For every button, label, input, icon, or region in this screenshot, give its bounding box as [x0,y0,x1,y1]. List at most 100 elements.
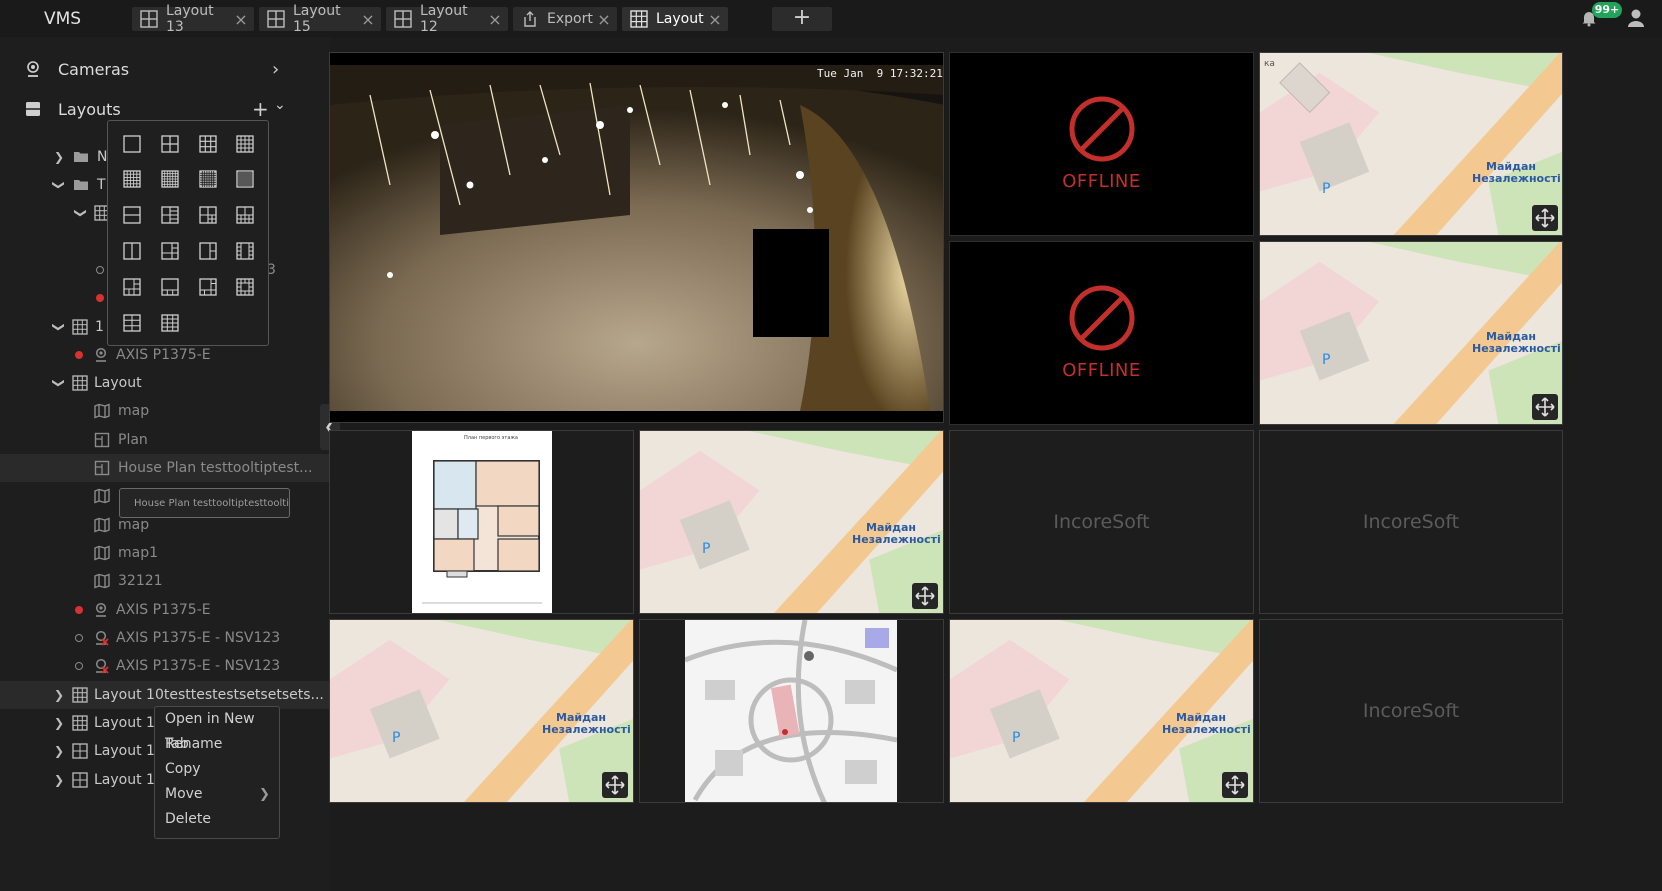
export-icon [524,11,536,27]
tab-label: Layout 13 [166,3,214,35]
tree-camera-axis-2[interactable]: AXIS P1375-E [0,596,330,624]
plan-tile[interactable]: План первого этажа [329,430,634,614]
offline-label: OFFLINE [1062,171,1141,192]
add-layout-icon[interactable]: + [252,97,269,121]
move-button[interactable] [1532,205,1558,231]
grid-2-cols-icon[interactable] [122,241,142,261]
tree-label: AXIS P1375-E [116,347,211,363]
status-offline-icon [96,266,104,274]
app-title: VMS [44,9,82,29]
empty-tile[interactable]: IncoreSoft [1259,619,1563,803]
map-tile[interactable]: Майдан Незалежності Р [639,430,944,614]
tree-layout-10[interactable]: ❯ Layout 10testtestestsetsetsets... [0,681,330,709]
grid-1x1-icon[interactable] [122,134,142,154]
map-tile[interactable]: Майдан Незалежності Р [329,619,634,803]
user-icon[interactable] [1626,8,1646,28]
tree-label: N [97,149,108,165]
map-bw-image [685,620,897,802]
tree-32121[interactable]: 32121 [0,567,330,595]
close-icon[interactable]: × [488,10,502,29]
map-icon [94,517,110,533]
grid-3x4-icon[interactable] [160,313,180,333]
watermark: IncoreSoft [1362,700,1460,722]
offline-tile[interactable]: OFFLINE [949,241,1254,425]
grid-2x3-icon[interactable] [122,313,142,333]
grid-4x4-icon[interactable] [235,134,255,154]
grid-2x2-icon[interactable] [160,134,180,154]
tree-label: 1 [95,319,104,335]
chevron-right-icon[interactable]: ❯ [54,688,64,702]
close-icon[interactable]: × [708,10,722,29]
cameras-header[interactable]: Cameras › [0,49,330,89]
tree-map[interactable]: map [0,397,330,425]
camera-tile[interactable]: Tue Jan 9 17:32:21 2024 [329,52,944,423]
grid-8x8-icon[interactable] [235,169,255,189]
move-button[interactable] [602,772,628,798]
map-tile[interactable]: Майдан Незалежності ка Р [1259,52,1563,236]
grid-big-left-2-icon[interactable] [198,241,218,261]
grid-1-plus-5-icon[interactable] [122,277,142,297]
tree-plan[interactable]: Plan [0,426,330,454]
grid-big-left-icon[interactable] [160,241,180,261]
grid-5x5-icon[interactable] [122,169,142,189]
chevron-right-icon[interactable]: ❯ [54,773,64,787]
chevron-down-icon[interactable]: ❯ [52,322,66,332]
grid-mixed-icon[interactable] [198,205,218,225]
menu-delete[interactable]: Delete [155,807,279,832]
move-button[interactable] [1532,394,1558,420]
tab-export[interactable]: Export × [513,7,617,31]
tab-layout-15[interactable]: Layout 15 × [259,3,381,35]
grid-6x6-icon[interactable] [160,169,180,189]
grid-3x3-icon[interactable] [198,134,218,154]
map-tile[interactable]: Майдан Незалежності Р [1259,241,1563,425]
grid-7x7-icon[interactable] [198,169,218,189]
map-label: Р [1012,730,1021,746]
grid-center-big-icon[interactable] [235,241,255,261]
map-tile-bw[interactable] [639,619,944,803]
map-label: Р [702,541,711,557]
close-icon[interactable]: × [361,10,375,29]
empty-tile[interactable]: IncoreSoft [949,430,1254,614]
chevron-down-icon[interactable]: ⌄ [274,97,286,113]
chevron-down-icon[interactable]: ❯ [52,180,66,190]
chevron-down-icon[interactable]: ❯ [52,378,66,388]
tree-camera-nsv-2[interactable]: AXIS P1375-E - NSV123 [0,652,330,680]
plan-icon [94,432,110,448]
tooltip-text: House Plan testtooltiptesttooltip [134,497,290,509]
menu-open-in-new-tab[interactable]: Open in New Tab [155,707,279,752]
chevron-right-icon[interactable]: ❯ [54,716,64,730]
chevron-right-icon[interactable]: ❯ [54,150,64,164]
grid-mixed-2-icon[interactable] [235,205,255,225]
close-icon[interactable]: × [597,10,611,29]
tab-label: Export [547,11,593,27]
tab-layout-13[interactable]: Layout 13 × [132,3,254,35]
chevron-right-icon[interactable]: › [272,59,279,80]
grid-2-rows-icon[interactable] [122,205,142,225]
chevron-down-icon[interactable]: ❯ [74,208,88,218]
menu-copy[interactable]: Copy [155,757,279,782]
move-button[interactable] [1222,772,1248,798]
close-icon[interactable]: × [234,10,248,29]
grid-1-plus-7-icon[interactable] [198,277,218,297]
camera-icon [95,347,107,362]
chevron-right-icon[interactable]: ❯ [54,744,64,758]
map-tile[interactable]: Майдан Незалежності Р [949,619,1254,803]
move-button[interactable] [912,583,938,609]
menu-rename[interactable]: Rename [155,732,279,757]
move-icon [1535,208,1555,228]
map-label: Незалежності [1472,172,1561,185]
tooltip: House Plan testtooltiptesttooltip [119,488,290,518]
tree-house-plan[interactable]: House Plan testtooltiptest... [0,454,330,482]
grid-3-col-icon[interactable] [160,205,180,225]
add-tab-button[interactable]: + [772,7,832,31]
grid-1-plus-3-icon[interactable] [160,277,180,297]
menu-move[interactable]: Move ❯ [155,782,279,807]
empty-tile[interactable]: IncoreSoft [1259,430,1563,614]
tree-map1[interactable]: map1 [0,539,330,567]
tree-layout[interactable]: ❯ Layout [0,369,330,397]
tree-camera-nsv-1[interactable]: AXIS P1375-E - NSV123 [0,624,330,652]
offline-tile[interactable]: OFFLINE [949,52,1254,236]
tab-layout-12[interactable]: Layout 12 × [386,3,508,35]
grid-1-plus-12-icon[interactable] [235,277,255,297]
tab-layout[interactable]: Layout × [622,7,728,31]
